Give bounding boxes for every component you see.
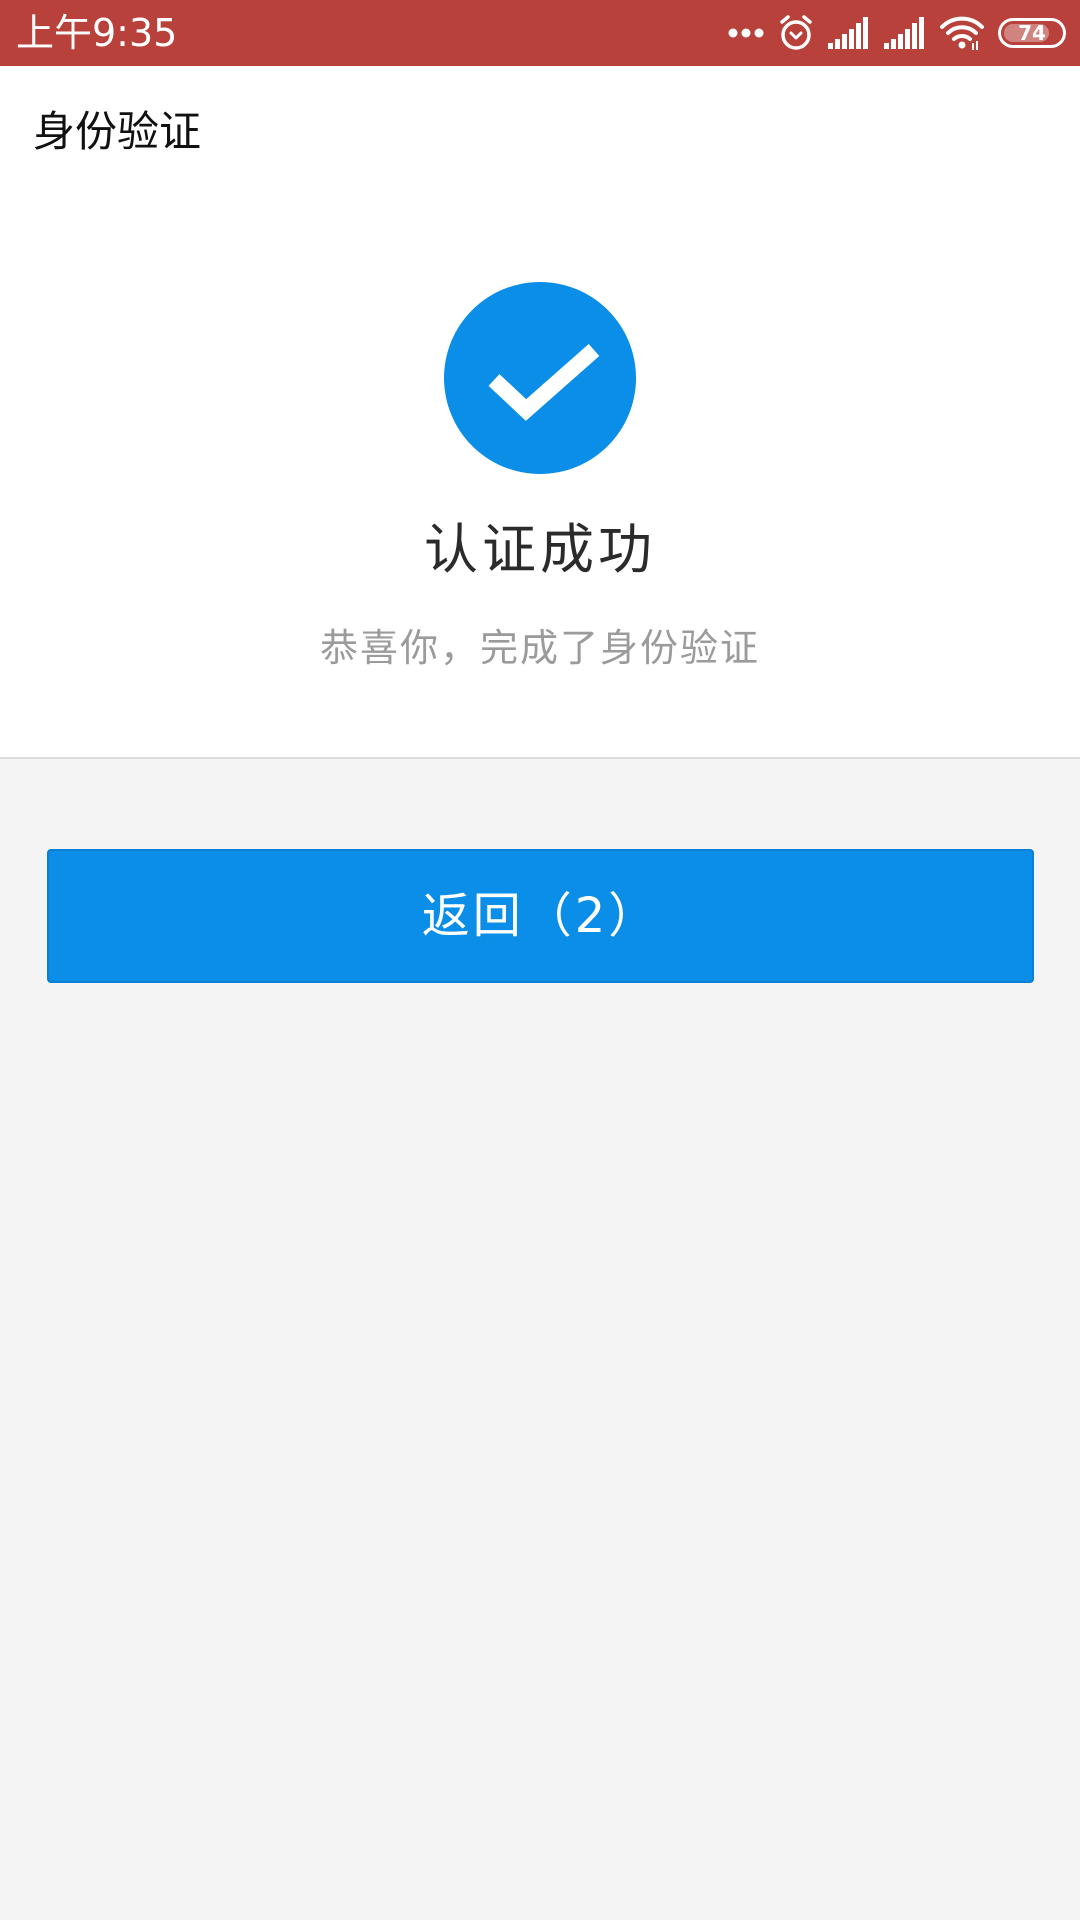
signal-icon [828, 17, 870, 49]
battery-level: 74 [1018, 21, 1046, 45]
result-card: 身份验证 认证成功 恭喜你，完成了身份验证 [0, 66, 1080, 759]
more-dots-icon [728, 27, 764, 39]
status-bar: 上午9:35 74 [0, 0, 1080, 66]
check-circle-icon [444, 282, 636, 474]
battery-icon: 74 [998, 18, 1066, 48]
success-title: 认证成功 [424, 518, 656, 581]
back-button[interactable]: 返回（2） [47, 849, 1034, 983]
status-time: 上午9:35 [16, 11, 178, 55]
signal-icon [884, 17, 926, 49]
battery: 74 [998, 18, 1066, 48]
page-title: 身份验证 [33, 107, 202, 156]
alarm-icon [778, 14, 814, 52]
wifi-icon [940, 15, 984, 51]
status-icons: 74 [728, 0, 1066, 66]
success-subtitle: 恭喜你，完成了身份验证 [319, 626, 760, 670]
